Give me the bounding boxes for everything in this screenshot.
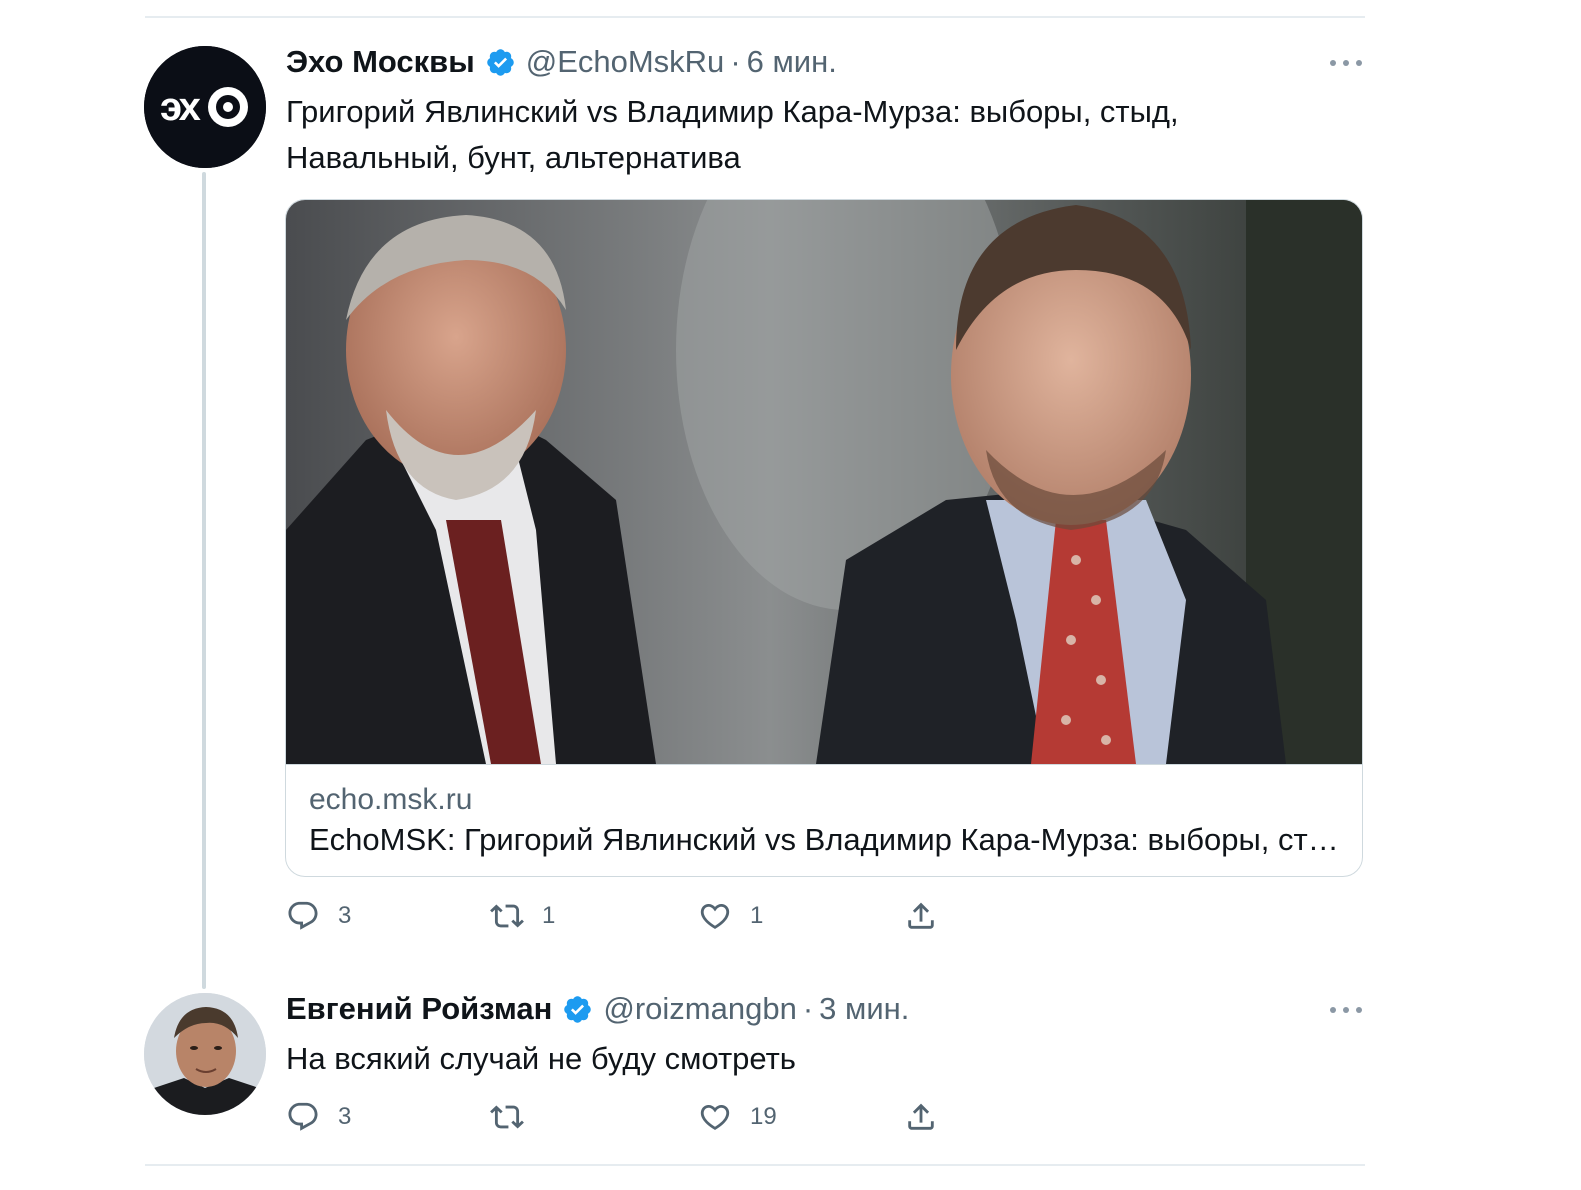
card-image [286,200,1362,764]
share-icon [908,902,934,929]
reply-button[interactable]: 3 [286,896,351,936]
avatar-echo[interactable]: эх [144,46,266,168]
reply-count: 3 [338,1103,352,1130]
verified-badge-icon [564,995,592,1023]
tweet-header: Эхо Москвы @EchoMskRu · 6 мин. [286,42,837,82]
author-handle[interactable]: @roizmangbn [603,991,796,1027]
retweet-button[interactable]: 1 [490,896,555,936]
avatar-photo [144,993,266,1115]
tweet-text: Григорий Явлинский vs Владимир Кара-Мурз… [286,94,1179,175]
more-dots-icon[interactable] [1330,57,1362,69]
card-body: echo.msk.ru EchoMSK: Григорий Явлинский … [286,764,1362,876]
verified-badge-icon [486,48,514,76]
reply-icon [288,901,318,930]
echo-logo: эх [144,46,266,168]
author-handle[interactable]: @EchoMskRu [526,44,725,80]
separator-dot: · [730,44,741,79]
avatar-roizman[interactable] [144,993,266,1115]
like-count: 1 [750,902,764,929]
reply-button[interactable]: 3 [286,1097,351,1137]
top-divider [145,16,1365,18]
like-button[interactable]: 19 [698,1097,777,1137]
more-dots-icon[interactable] [1330,1004,1362,1016]
tweet-time[interactable]: 3 мин. [819,991,909,1027]
reply-count: 3 [338,902,352,929]
retweet-icon [490,1105,524,1129]
share-button[interactable] [904,1097,938,1137]
retweet-button[interactable] [490,1097,542,1137]
heart-icon [700,903,730,929]
tweet-time[interactable]: 6 мин. [747,44,837,80]
share-icon [908,1103,934,1130]
retweet-count: 1 [542,902,556,929]
author-name[interactable]: Эхо Москвы [286,44,475,80]
bottom-divider [145,1164,1365,1166]
retweet-icon [490,904,524,928]
reply-icon [288,1102,318,1131]
card-domain: echo.msk.ru [309,783,473,816]
heart-icon [700,1104,730,1130]
separator-dot: · [802,991,814,1026]
author-name[interactable]: Евгений Ройзман [286,991,552,1027]
tweet-text: На всякий случай не буду смотреть [286,1041,796,1076]
thread-line [202,172,206,989]
svg-text:эх: эх [160,85,201,129]
card-title: EchoMSK: Григорий Явлинский vs Владимир … [309,822,1339,857]
like-button[interactable]: 1 [698,896,763,936]
link-card[interactable]: echo.msk.ru EchoMSK: Григорий Явлинский … [285,199,1363,877]
share-button[interactable] [904,896,938,936]
like-count: 19 [750,1103,777,1130]
tweet-header: Евгений Ройзман @roizmangbn · 3 мин. [286,989,909,1029]
